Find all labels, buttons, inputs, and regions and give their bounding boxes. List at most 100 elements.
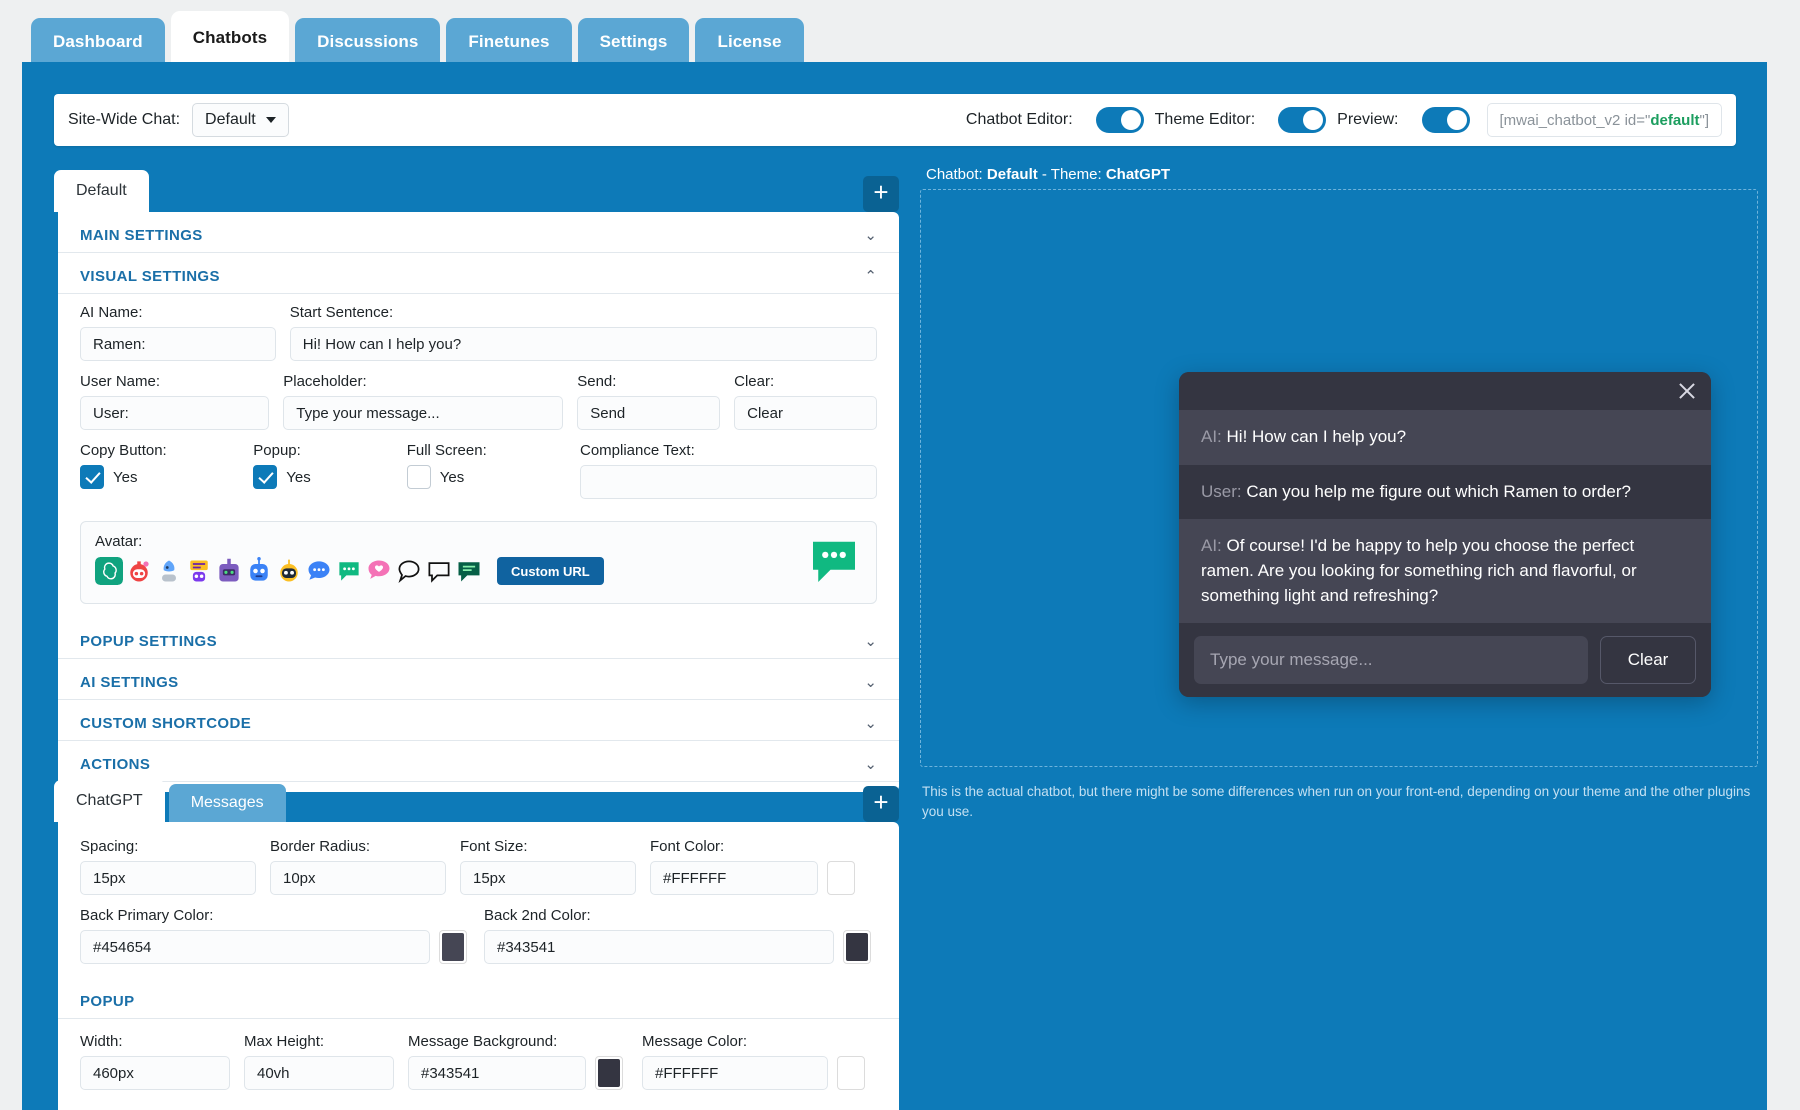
max-height-input[interactable]: 40vh [244, 1056, 394, 1090]
avatar-yellow-robot-icon[interactable] [185, 557, 213, 585]
avatar-blue-bubble-icon[interactable] [305, 557, 333, 585]
border-radius-input[interactable]: 10px [270, 861, 446, 895]
ai-name-input[interactable]: Ramen: [80, 327, 276, 361]
accordion-visual-settings[interactable]: VISUAL SETTINGS ⌃ [58, 253, 899, 294]
send-input[interactable]: Send [577, 396, 720, 430]
clear-label: Clear: [734, 373, 877, 390]
start-sentence-input[interactable]: Hi! How can I help you? [290, 327, 877, 361]
user-name-input[interactable]: User: [80, 396, 269, 430]
clear-input[interactable]: Clear [734, 396, 877, 430]
toolbar-right: Chatbot Editor: Theme Editor: Preview: [… [966, 103, 1722, 137]
preview-note: This is the actual chatbot, but there mi… [922, 782, 1754, 823]
tab-chatbots[interactable]: Chatbots [171, 11, 289, 65]
popup-checkbox-line: Yes [253, 465, 406, 489]
avatar-outline-bubble-icon[interactable] [395, 557, 423, 585]
avatar-red-robot-icon[interactable] [125, 557, 153, 585]
accordion-popup-settings[interactable]: POPUP SETTINGS ⌄ [58, 618, 899, 659]
accordion-title: ACTIONS [80, 756, 150, 773]
theme-basic-fields: Spacing: 15px Border Radius: 10px Font S… [58, 822, 899, 980]
avatar-dark-robot-icon[interactable] [275, 557, 303, 585]
popup-checkbox[interactable] [253, 465, 277, 489]
full-screen-checkbox[interactable] [407, 465, 431, 489]
tab-discussions[interactable]: Discussions [295, 18, 440, 65]
accordion-title: CUSTOM SHORTCODE [80, 715, 251, 732]
close-icon[interactable] [1677, 381, 1697, 401]
back-2nd-swatch[interactable] [843, 930, 871, 964]
field-clear: Clear: Clear [734, 373, 877, 430]
tab-label: Chatbots [193, 28, 267, 48]
chatbot-tab-default[interactable]: Default [54, 170, 149, 212]
shortcode-field[interactable]: [mwai_chatbot_v2 id="default"] [1487, 103, 1723, 137]
compliance-text-input[interactable] [580, 465, 877, 499]
field-popup-width: Width: 460px [80, 1033, 230, 1090]
add-chatbot-button[interactable]: + [863, 176, 899, 212]
tab-dashboard[interactable]: Dashboard [31, 18, 165, 65]
message-color-input[interactable]: #FFFFFF [642, 1056, 828, 1090]
tab-label: License [717, 32, 781, 52]
theme-tab-messages[interactable]: Messages [169, 784, 286, 822]
theme-row-1: Spacing: 15px Border Radius: 10px Font S… [80, 838, 877, 895]
add-theme-button[interactable]: + [863, 786, 899, 822]
tab-settings[interactable]: Settings [578, 18, 690, 65]
back-primary-label: Back Primary Color: [80, 907, 470, 924]
theme-editor-toggle[interactable] [1278, 107, 1326, 133]
field-send: Send: Send [577, 373, 720, 430]
message-background-swatch[interactable] [595, 1056, 623, 1090]
shortcode-suffix: "] [1700, 112, 1710, 129]
chat-message-input[interactable]: Type your message... [1194, 636, 1588, 684]
avatar-purple-robot-icon[interactable] [215, 557, 243, 585]
avatar-blue-robot-icon[interactable] [245, 557, 273, 585]
theme-editor-panel: ChatGPT Messages + Spacing: 15px Border … [54, 780, 899, 1110]
message-background-input[interactable]: #343541 [408, 1056, 586, 1090]
accordion-main-settings[interactable]: MAIN SETTINGS ⌄ [58, 212, 899, 253]
field-row-labels: User Name: User: Placeholder: Type your … [80, 373, 877, 430]
ai-name-label: AI Name: [80, 304, 276, 321]
custom-url-button[interactable]: Custom URL [497, 557, 604, 585]
width-input[interactable]: 460px [80, 1056, 230, 1090]
field-placeholder: Placeholder: Type your message... [283, 373, 563, 430]
font-color-label: Font Color: [650, 838, 862, 855]
copy-button-value: Yes [113, 469, 137, 486]
avatar-label: Avatar: [95, 533, 142, 550]
tab-finetunes[interactable]: Finetunes [446, 18, 571, 65]
chat-clear-button[interactable]: Clear [1600, 636, 1696, 684]
theme-editor-label: Theme Editor: [1155, 111, 1255, 129]
sitewide-chat-label: Site-Wide Chat: [68, 111, 180, 129]
font-color-swatch[interactable] [827, 861, 855, 895]
preview-chatbot-value: Default [987, 166, 1038, 183]
field-message-background: Message Background: #343541 [408, 1033, 628, 1090]
field-back-primary-color: Back Primary Color: #454654 [80, 907, 470, 964]
font-color-input[interactable]: #FFFFFF [650, 861, 818, 895]
tab-license[interactable]: License [695, 18, 803, 65]
send-label: Send: [577, 373, 720, 390]
back-2nd-input[interactable]: #343541 [484, 930, 834, 964]
message-color-swatch[interactable] [837, 1056, 865, 1090]
accordion-ai-settings[interactable]: AI SETTINGS ⌄ [58, 659, 899, 700]
field-border-radius: Border Radius: 10px [270, 838, 446, 895]
back-primary-swatch[interactable] [439, 930, 467, 964]
font-size-input[interactable]: 15px [460, 861, 636, 895]
avatar-pink-heart-bubble-icon[interactable] [365, 557, 393, 585]
spacing-input[interactable]: 15px [80, 861, 256, 895]
message-author: AI: [1201, 536, 1222, 555]
accordion-custom-shortcode[interactable]: CUSTOM SHORTCODE ⌄ [58, 700, 899, 741]
placeholder-input[interactable]: Type your message... [283, 396, 563, 430]
chatbot-editor-toggle[interactable] [1096, 107, 1144, 133]
avatar-green-dark-bubble-icon[interactable] [455, 557, 483, 585]
avatar-bird-robot-icon[interactable] [155, 557, 183, 585]
preview-toggle[interactable] [1422, 107, 1470, 133]
back-primary-input[interactable]: #454654 [80, 930, 430, 964]
theme-tab-chatgpt[interactable]: ChatGPT [54, 780, 165, 822]
preview-theme-label: Theme: [1051, 166, 1102, 183]
avatar-outline-square-bubble-icon[interactable] [425, 557, 453, 585]
avatar-green-bubble-icon[interactable] [335, 557, 363, 585]
message-text: Can you help me figure out which Ramen t… [1246, 482, 1631, 501]
sitewide-chat-select[interactable]: Default [192, 103, 289, 137]
avatar-openai-icon[interactable] [95, 557, 123, 585]
field-full-screen: Full Screen: Yes [407, 442, 580, 489]
copy-button-checkbox[interactable] [80, 465, 104, 489]
accordion-title: AI SETTINGS [80, 674, 179, 691]
copy-button-checkbox-line: Yes [80, 465, 253, 489]
accordion-actions[interactable]: ACTIONS ⌄ [58, 741, 899, 782]
accordion-title: VISUAL SETTINGS [80, 268, 220, 285]
